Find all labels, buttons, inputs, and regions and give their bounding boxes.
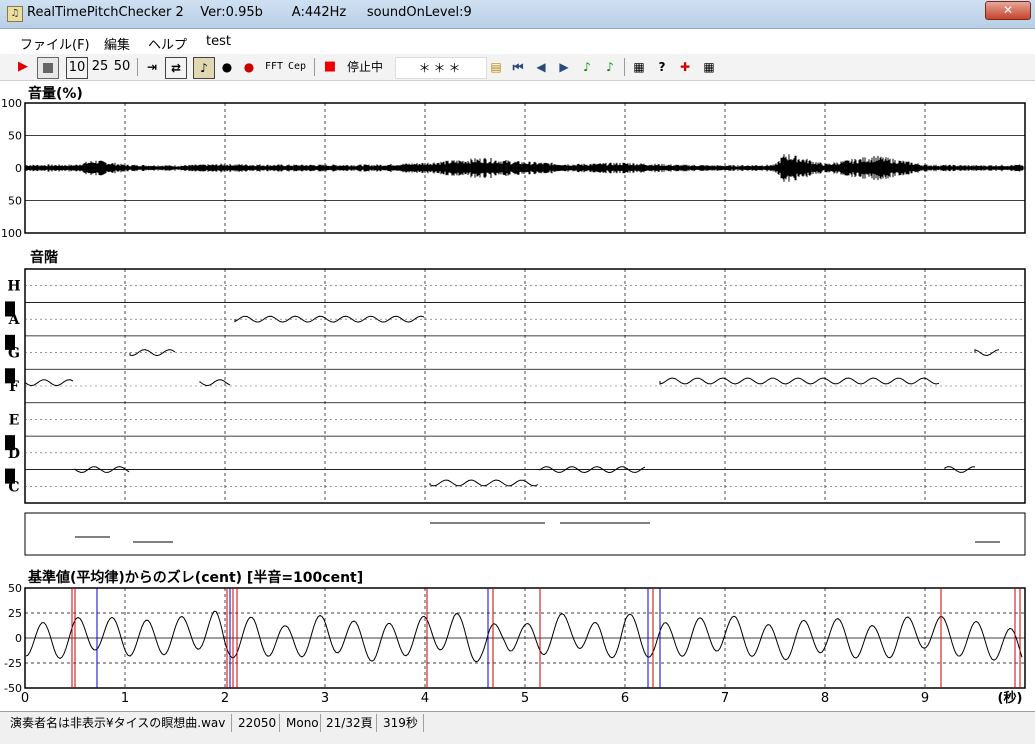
time-tick-label: 0 — [21, 691, 29, 706]
status-separator — [231, 714, 232, 732]
note-green-icon[interactable]: ♪ — [579, 57, 595, 77]
title-bar: ♫ RealTimePitchChecker 2 Ver:0.95b A:442… — [0, 0, 1035, 29]
marker-icon[interactable]: ✚ — [677, 57, 693, 77]
print-icon[interactable]: ▦ — [630, 57, 648, 77]
deviation-tick-label: 0 — [15, 632, 22, 645]
loop-icon[interactable]: ⇄ — [165, 57, 187, 79]
black-key-marker — [5, 334, 15, 350]
time-tick-label: 1 — [121, 691, 129, 706]
status-label: 停止中 — [346, 60, 383, 74]
help-icon[interactable]: ? — [654, 57, 670, 77]
volume-tick-label: 100 — [1, 97, 22, 110]
rhythm-panel — [24, 512, 1026, 556]
fft-button[interactable]: FFT — [264, 57, 284, 77]
tempo-10-button[interactable]: 10 — [66, 57, 88, 79]
toolbar-separator — [314, 58, 315, 76]
play-icon[interactable]: ▶ — [15, 57, 31, 77]
violin-icon[interactable]: ♪ — [193, 57, 215, 79]
close-button[interactable]: ✕ — [985, 1, 1031, 20]
person-icon[interactable]: ● — [219, 57, 235, 77]
menu-help[interactable]: ヘルプ — [148, 34, 187, 53]
menu-bar: ファイル(F) 編集 ヘルプ test — [0, 30, 1035, 53]
status-separator — [279, 714, 280, 732]
toolbar: ▶ 10 25 50 ⇥ ⇄ ♪ ● ● FFT Cep ■ 停止中 ＊＊＊ ▤… — [0, 54, 1035, 81]
time-unit-label: (秒) — [998, 690, 1023, 706]
record-icon[interactable]: ■ — [322, 57, 338, 77]
toolbar-separator — [624, 58, 625, 76]
app-icon: ♫ — [7, 6, 23, 22]
jump-end-icon[interactable]: ⇥ — [143, 57, 161, 77]
deviation-tick-label: -50 — [4, 682, 22, 695]
status-separator — [376, 714, 377, 732]
time-tick-label: 8 — [821, 691, 829, 706]
prev-icon[interactable]: ◀ — [533, 57, 549, 77]
window-title: RealTimePitchChecker 2 Ver:0.95b A:442Hz… — [27, 5, 472, 20]
status-channels: Mono — [286, 716, 319, 730]
time-tick-label: 5 — [521, 691, 529, 706]
black-key-marker — [5, 435, 15, 451]
status-page: 21/32頁 — [326, 716, 373, 730]
menu-edit[interactable]: 編集 — [104, 34, 130, 53]
printer-icon[interactable]: ▦ — [700, 57, 718, 77]
tempo-50-button[interactable]: 50 — [113, 57, 131, 77]
folder-open-icon[interactable]: ▤ — [487, 57, 505, 77]
tempo-25-button[interactable]: 25 — [91, 57, 109, 77]
note-label: H — [7, 279, 20, 295]
menu-file[interactable]: ファイル(F) — [20, 34, 90, 53]
note-green2-icon[interactable]: ♪ — [602, 57, 618, 77]
volume-tick-label: 100 — [1, 227, 22, 240]
toolbar-separator — [137, 58, 138, 76]
deviation-tick-label: -25 — [4, 657, 22, 670]
time-tick-label: 4 — [421, 691, 429, 706]
chart-area: 音量(%) 音階 基準値(平均律)からのズレ(cent) [半音=100cent… — [0, 81, 1035, 711]
status-separator — [320, 714, 321, 732]
volume-tick-label: 50 — [8, 195, 22, 208]
black-key-marker — [5, 468, 15, 484]
cep-button[interactable]: Cep — [287, 57, 307, 77]
status-rate: 22050 — [238, 716, 277, 730]
person-red-icon[interactable]: ● — [241, 57, 257, 77]
volume-tick-label: 0 — [15, 162, 22, 175]
menu-test[interactable]: test — [206, 34, 231, 49]
black-key-marker — [5, 368, 15, 384]
time-tick-label: 6 — [621, 691, 629, 706]
time-tick-label: 9 — [921, 691, 929, 706]
deviation-tick-label: 25 — [8, 607, 22, 620]
volume-tick-label: 50 — [8, 130, 22, 143]
status-separator — [423, 714, 424, 732]
time-tick-label: 2 — [221, 691, 229, 706]
note-display: ＊＊＊ — [395, 57, 487, 79]
time-tick-label: 3 — [321, 691, 329, 706]
skip-first-icon[interactable]: ⏮ — [510, 57, 526, 77]
status-file: 演奏者名は非表示¥タイスの瞑想曲.wav — [10, 716, 226, 730]
status-duration: 319秒 — [383, 716, 418, 730]
time-tick-label: 7 — [721, 691, 729, 706]
deviation-tick-label: 50 — [8, 582, 22, 595]
stop-icon[interactable] — [37, 57, 59, 79]
status-bar: 演奏者名は非表示¥タイスの瞑想曲.wav 22050 Mono 21/32頁 3… — [0, 711, 1035, 744]
pitch-chart: 10050050100HAGFEDC50250-25-500 1 2 3 4 5 6 7 8 9(… — [1, 97, 1026, 706]
black-key-marker — [5, 301, 15, 317]
next-icon[interactable]: ▶ — [556, 57, 572, 77]
note-label: E — [9, 412, 20, 428]
